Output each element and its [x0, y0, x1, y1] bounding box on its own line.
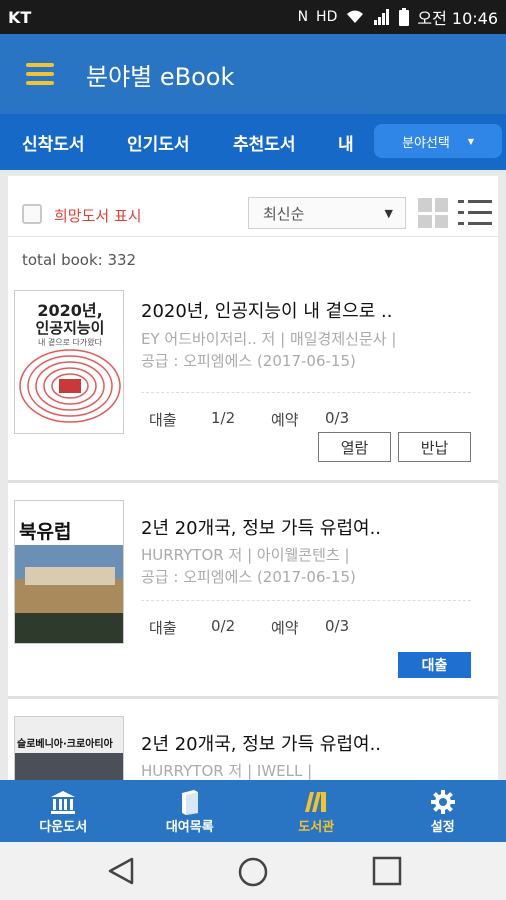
book-cover[interactable]: 북유럽: [14, 500, 124, 644]
book-meta: HURRYTOR 저 | 아이웰콘텐츠 | 공급 : 오피엠에스 (2017-0…: [141, 544, 356, 588]
clock: 오전 10:46: [417, 9, 498, 28]
list-view-icon[interactable]: [458, 198, 492, 228]
category-select[interactable]: 분야선택 ▼: [374, 124, 502, 158]
nav-label: 설정: [430, 819, 455, 835]
nav-label: 도서관: [298, 819, 335, 835]
back-icon[interactable]: [106, 856, 136, 886]
tab-popular-books[interactable]: 인기도서: [127, 130, 190, 155]
caret-down-icon: ▼: [467, 136, 474, 146]
divider: [8, 236, 498, 237]
book-meta: EY 어드바이저리.. 저 | 매일경제신문사 | 공급 : 오피엠에스 (20…: [141, 328, 396, 372]
wifi-icon: [347, 10, 364, 23]
book-meta: HURRYTOR 저 | IWELL |: [141, 760, 312, 780]
tab-bar: 신착도서 인기도서 추천도서 내 분야선택 ▼: [0, 114, 506, 170]
home-icon[interactable]: [237, 856, 269, 888]
nav-label: 대여목록: [165, 819, 214, 835]
book-cover[interactable]: 슬로베니아·크로아티아: [14, 716, 124, 780]
read-button[interactable]: 열람: [318, 432, 391, 462]
dropdown-arrow-icon: ▼: [384, 206, 393, 220]
book-icon: [179, 788, 201, 816]
sort-select-value: 최신순: [263, 204, 305, 223]
app-title: 분야별 eBook: [86, 62, 235, 91]
reserve-value: 0/3: [325, 409, 350, 427]
divider: [8, 696, 498, 699]
book-publisher: 아이웰콘텐츠: [256, 546, 340, 564]
meta-separator: |: [247, 546, 253, 564]
grid-view-icon[interactable]: [418, 198, 448, 228]
book-cover[interactable]: 2020년, 인공지능이 내 곁으로 다가왔다: [14, 290, 124, 434]
reserve-label: 예약: [271, 411, 299, 429]
total-count: total book: 332: [22, 251, 137, 269]
cover-art: [15, 545, 123, 643]
loan-value: 0/2: [211, 617, 236, 635]
tab-my[interactable]: 내: [338, 130, 354, 155]
wish-checkbox[interactable]: [22, 204, 42, 224]
book-author: HURRYTOR 저: [141, 546, 243, 564]
cover-title-line2: 인공지능이: [35, 319, 105, 337]
book-author: EY 어드바이저리.. 저: [141, 330, 276, 348]
loan-label: 대출: [149, 619, 177, 637]
recents-icon[interactable]: [372, 856, 402, 886]
loan-label: 대출: [149, 411, 177, 429]
borrow-button[interactable]: 대출: [398, 652, 471, 678]
reserve-label: 예약: [271, 619, 299, 637]
nav-settings[interactable]: 설정: [380, 780, 506, 842]
book-list-panel: 희망도서 표시 최신순 ▼ total book: 332 2020년, 인공지…: [8, 176, 498, 780]
book-supplier: 공급 : 오피엠에스 (2017-06-15): [141, 352, 356, 370]
tab-new-books[interactable]: 신착도서: [22, 130, 85, 155]
book-publisher: 매일경제신문사: [289, 330, 387, 348]
nav-downloads[interactable]: 다운도서: [0, 780, 127, 842]
cover-subtitle: 내 곁으로 다가왔다: [38, 338, 102, 347]
nav-library[interactable]: 도서관: [253, 780, 380, 842]
book-supplier: 공급 : 오피엠에스 (2017-06-15): [141, 568, 356, 586]
meta-separator: |: [280, 330, 286, 348]
app-bar: 분야별 eBook: [0, 34, 506, 114]
meta-separator: |: [391, 330, 397, 348]
loan-value: 1/2: [211, 409, 236, 427]
wish-label[interactable]: 희망도서 표시: [54, 205, 142, 226]
meta-separator: |: [247, 762, 253, 780]
book-title[interactable]: 2년 20개국, 정보 가득 유럽여..: [141, 730, 381, 756]
filter-bar: 희망도서 표시 최신순 ▼: [8, 196, 498, 236]
status-bar: KT N HD 오전 10:46: [0, 0, 506, 34]
return-button[interactable]: 반납: [398, 432, 471, 462]
cover-art: [15, 753, 123, 780]
meta-separator: |: [307, 762, 313, 780]
reserve-value: 0/3: [325, 617, 350, 635]
hamburger-icon[interactable]: [26, 63, 54, 85]
book-item[interactable]: 북유럽 2년 20개국, 정보 가득 유럽여.. HURRYTOR 저 | 아이…: [8, 480, 498, 696]
book-item[interactable]: 2020년, 인공지능이 내 곁으로 다가왔다 2020년, 인공지능이 내 곁…: [8, 280, 498, 496]
status-icons: N HD 오전 10:46: [298, 5, 498, 29]
book-stats: 대출 0/2 예약 0/3: [141, 600, 471, 650]
hd-icon: HD: [316, 9, 338, 25]
book-title[interactable]: 2020년, 인공지능이 내 곁으로 ..: [141, 297, 392, 323]
divider: [8, 480, 498, 483]
library-icon: [50, 788, 76, 816]
battery-icon: [399, 8, 410, 26]
book-item[interactable]: 슬로베니아·크로아티아 2년 20개국, 정보 가득 유럽여.. HURRYTO…: [8, 696, 498, 780]
nav-label: 다운도서: [39, 819, 88, 835]
system-nav-bar: [0, 842, 506, 900]
nav-loans[interactable]: 대여목록: [127, 780, 254, 842]
carrier-label: KT: [8, 7, 32, 27]
book-title[interactable]: 2년 20개국, 정보 가득 유럽여..: [141, 514, 381, 540]
book-publisher: IWELL: [256, 762, 303, 780]
meta-separator: |: [344, 546, 350, 564]
gear-icon: [430, 788, 456, 816]
books-shelf-icon: [303, 788, 329, 816]
nfc-icon: N: [297, 9, 309, 25]
tab-recommended-books[interactable]: 추천도서: [233, 130, 296, 155]
bottom-nav: 다운도서 대여목록 도서관 설정: [0, 780, 506, 842]
sort-select[interactable]: 최신순 ▼: [248, 197, 406, 229]
book-author: HURRYTOR 저: [141, 762, 243, 780]
category-select-label: 분야선택: [402, 135, 450, 151]
signal-icon: [374, 9, 390, 25]
